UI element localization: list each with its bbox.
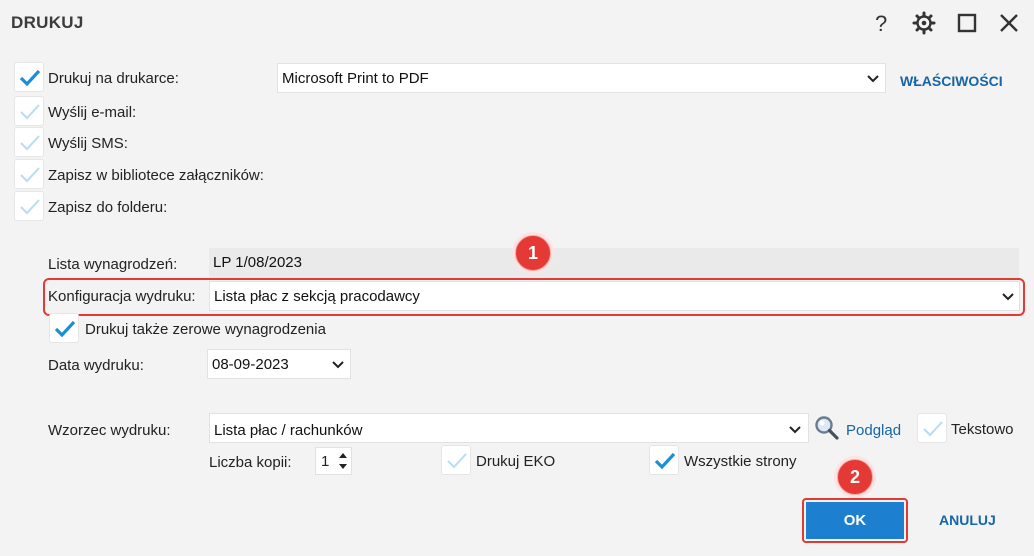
print-eko-checkbox[interactable] <box>441 445 471 475</box>
ok-button[interactable]: OK <box>806 502 904 539</box>
copies-label: Liczba kopii: <box>209 454 292 471</box>
send-sms-checkbox[interactable] <box>14 127 44 157</box>
checkmark-icon <box>19 69 41 87</box>
cancel-button[interactable]: ANULUJ <box>939 512 996 528</box>
print-eko-label: Drukuj EKO <box>476 453 556 470</box>
print-config-value: Lista płac z sekcją pracodawcy <box>214 288 420 305</box>
save-folder-label: Zapisz do folderu: <box>48 199 168 216</box>
save-folder-checkbox[interactable] <box>14 191 44 221</box>
chevron-down-icon <box>332 361 344 369</box>
gear-icon[interactable] <box>910 9 938 37</box>
copies-value: 1 <box>321 453 330 470</box>
checkmark-icon <box>20 199 40 215</box>
printer-select-value: Microsoft Print to PDF <box>282 70 429 87</box>
chevron-down-icon <box>1002 293 1014 301</box>
checkmark-icon <box>20 135 40 151</box>
save-attachments-label: Zapisz w bibliotece załączników: <box>48 167 264 184</box>
annotation-badge-1: 1 <box>515 235 551 271</box>
all-pages-label: Wszystkie strony <box>684 453 797 470</box>
checkmark-icon <box>20 167 40 183</box>
save-attachments-checkbox[interactable] <box>14 159 44 189</box>
send-sms-label: Wyślij SMS: <box>48 135 128 152</box>
template-value: Lista płac / rachunków <box>214 422 363 439</box>
maximize-icon[interactable] <box>953 9 981 37</box>
help-icon[interactable]: ? <box>868 9 896 37</box>
printer-properties-link[interactable]: WŁAŚCIWOŚCI <box>900 73 1003 89</box>
payroll-field: LP 1/08/2023 <box>209 248 1019 278</box>
dialog-title: DRUKUJ <box>11 13 84 32</box>
title-bar: DRUKUJ ? <box>0 0 1034 46</box>
payroll-value: LP 1/08/2023 <box>213 254 302 271</box>
checkmark-icon <box>654 452 676 470</box>
annotation-badge-2: 2 <box>837 459 873 495</box>
template-label: Wzorzec wydruku: <box>48 422 171 439</box>
print-date-picker[interactable]: 08-09-2023 <box>207 349 351 379</box>
help-glyph: ? <box>875 11 888 36</box>
send-email-checkbox[interactable] <box>14 96 44 126</box>
template-select[interactable]: Lista płac / rachunków <box>209 413 809 443</box>
zero-salaries-checkbox[interactable] <box>49 313 79 343</box>
payroll-label: Lista wynagrodzeń: <box>48 256 178 273</box>
magnifier-icon[interactable] <box>814 415 840 441</box>
print-config-select[interactable]: Lista płac z sekcją pracodawcy <box>209 281 1020 311</box>
print-date-value: 08-09-2023 <box>212 356 289 373</box>
checkmark-icon <box>447 453 467 469</box>
all-pages-checkbox[interactable] <box>649 445 679 475</box>
text-mode-label: Tekstowo <box>951 421 1014 438</box>
checkmark-icon <box>54 320 76 338</box>
chevron-down-icon <box>867 75 879 83</box>
print-to-printer-checkbox[interactable] <box>14 62 44 92</box>
chevron-down-icon <box>789 426 801 434</box>
checkmark-icon <box>20 104 40 120</box>
copies-stepper[interactable]: 1 <box>315 447 352 475</box>
checkmark-icon <box>923 421 943 437</box>
print-date-label: Data wydruku: <box>48 357 144 374</box>
zero-salaries-label: Drukuj także zerowe wynagrodzenia <box>85 321 326 338</box>
print-config-label: Konfiguracja wydruku: <box>48 288 196 305</box>
send-email-label: Wyślij e-mail: <box>48 104 137 121</box>
close-icon[interactable] <box>995 9 1023 37</box>
preview-link[interactable]: Podgląd <box>846 422 901 439</box>
stepper-down-icon[interactable] <box>338 463 348 471</box>
stepper-up-icon[interactable] <box>338 451 348 459</box>
text-mode-checkbox[interactable] <box>917 413 947 443</box>
printer-select[interactable]: Microsoft Print to PDF <box>277 63 886 93</box>
print-to-printer-label: Drukuj na drukarce: <box>48 70 179 87</box>
